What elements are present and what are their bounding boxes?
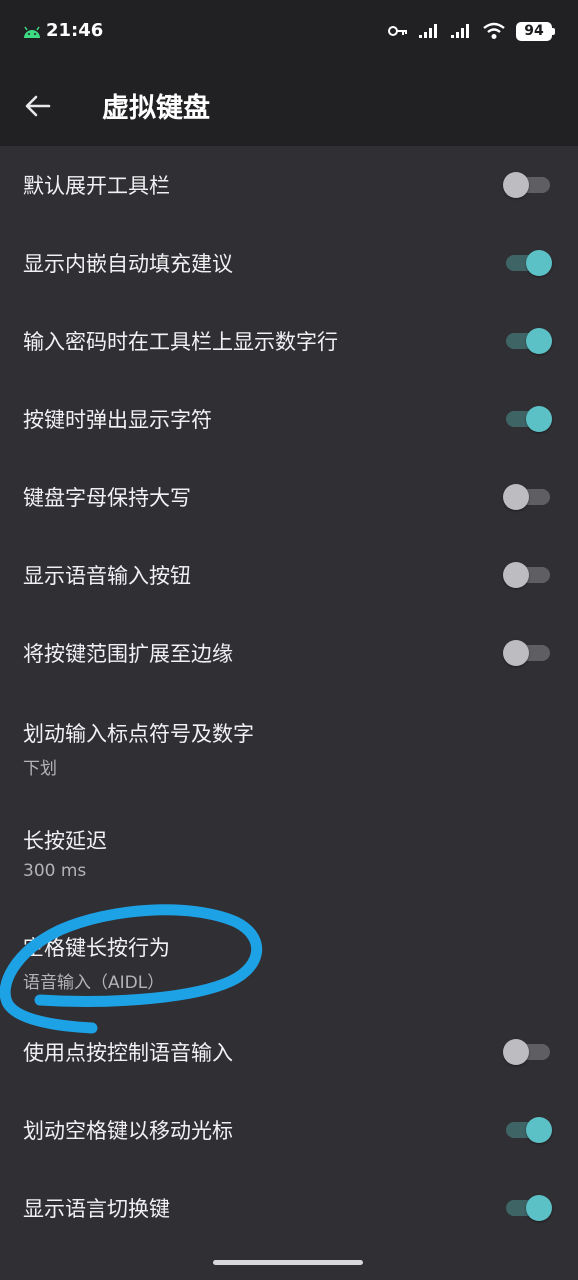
setting-key-popup[interactable]: 按键时弹出显示字符 (0, 380, 578, 458)
setting-title: 显示语言切换键 (23, 1197, 170, 1221)
setting-title: 将按键范围扩展至边缘 (23, 642, 233, 666)
setting-voice-input-button[interactable]: 显示语音输入按钮 (0, 536, 578, 614)
setting-value: 语音输入（AIDL） (23, 973, 165, 993)
setting-inline-autofill[interactable]: 显示内嵌自动填充建议 (0, 224, 578, 302)
arrow-left-icon (25, 95, 51, 117)
wifi-icon (483, 22, 505, 39)
setting-caps-keys[interactable]: 键盘字母保持大写 (0, 458, 578, 536)
setting-title: 长按延迟 (23, 829, 107, 853)
back-button[interactable] (16, 84, 60, 128)
toggle-switch[interactable] (506, 324, 552, 358)
home-indicator[interactable] (213, 1260, 363, 1265)
toggle-switch[interactable] (506, 1113, 552, 1147)
toggle-switch[interactable] (506, 402, 552, 436)
status-icons: 94 (388, 18, 555, 44)
settings-list: 默认展开工具栏 显示内嵌自动填充建议 输入密码时在工具栏上显示数字行 按键时弹出… (0, 146, 578, 1247)
setting-title: 默认展开工具栏 (23, 174, 170, 198)
setting-long-press-delay[interactable]: 长按延迟 300 ms (0, 799, 578, 906)
setting-swipe-punctuation[interactable]: 划动输入标点符号及数字 下划 (0, 692, 578, 799)
setting-default-expand-toolbar[interactable]: 默认展开工具栏 (0, 146, 578, 224)
setting-title: 按键时弹出显示字符 (23, 408, 212, 432)
toggle-switch[interactable] (503, 480, 550, 514)
setting-title: 显示语音输入按钮 (23, 564, 191, 588)
setting-extend-keys-edge[interactable]: 将按键范围扩展至边缘 (0, 614, 578, 692)
android-icon (24, 26, 40, 38)
setting-swipe-space-cursor[interactable]: 划动空格键以移动光标 (0, 1091, 578, 1169)
setting-language-switch-key[interactable]: 显示语言切换键 (0, 1169, 578, 1247)
setting-title: 输入密码时在工具栏上显示数字行 (23, 330, 338, 354)
battery-icon: 94 (516, 21, 555, 41)
setting-password-number-row[interactable]: 输入密码时在工具栏上显示数字行 (0, 302, 578, 380)
status-time: 21:46 (46, 20, 104, 41)
toggle-switch[interactable] (506, 246, 552, 280)
setting-tap-voice-control[interactable]: 使用点按控制语音输入 (0, 1013, 578, 1091)
status-bar: 21:46 94 (0, 0, 578, 62)
app-bar: 虚拟键盘 (0, 62, 578, 146)
setting-value: 300 ms (23, 861, 87, 881)
setting-space-long-press[interactable]: 空格键长按行为 语音输入（AIDL） (0, 906, 578, 1013)
key-icon (388, 26, 407, 36)
toggle-switch[interactable] (506, 1191, 552, 1225)
setting-title: 键盘字母保持大写 (23, 486, 191, 510)
setting-title: 划动空格键以移动光标 (23, 1119, 233, 1143)
setting-title: 显示内嵌自动填充建议 (23, 252, 233, 276)
page-title: 虚拟键盘 (102, 93, 210, 124)
setting-title: 划动输入标点符号及数字 (23, 722, 254, 746)
setting-value: 下划 (23, 759, 57, 779)
toggle-switch[interactable] (503, 1035, 550, 1069)
toggle-switch[interactable] (503, 636, 550, 670)
toggle-switch[interactable] (503, 558, 550, 592)
setting-title: 使用点按控制语音输入 (23, 1041, 233, 1065)
signal-icon (419, 24, 437, 38)
toggle-switch[interactable] (503, 168, 550, 202)
setting-title: 空格键长按行为 (23, 936, 170, 960)
signal-icon (451, 24, 469, 38)
